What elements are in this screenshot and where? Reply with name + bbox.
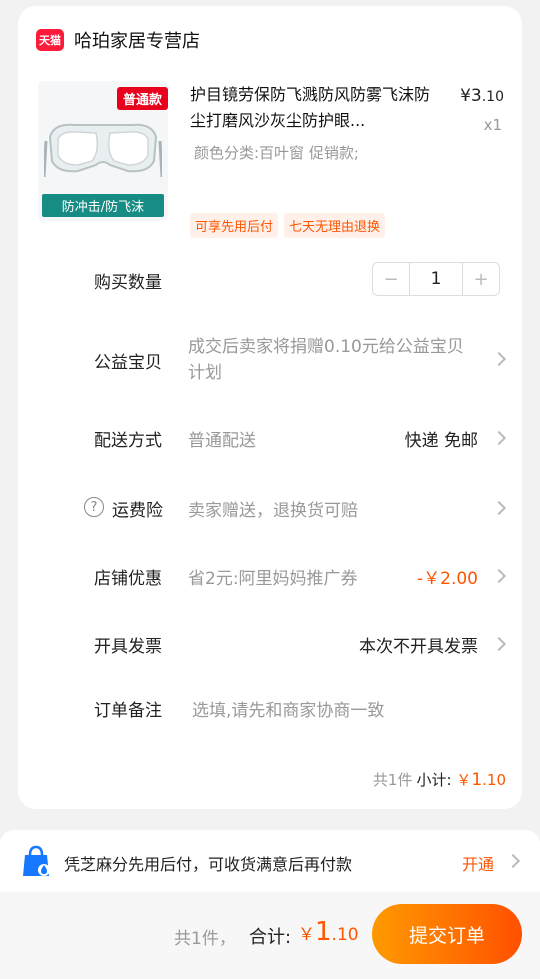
tmall-logo-icon: 天猫 [36,29,64,51]
shopping-bag-icon [23,845,50,876]
subtotal-symbol: ￥ [456,771,472,789]
price-int: 3 [470,86,482,106]
delivery-value: 普通配送 [188,431,256,451]
product-quantity: x1 [483,116,502,134]
chevron-right-icon [505,853,521,869]
chevron-right-icon [491,351,507,367]
subtotal: 共1件 小计: ￥1.10 [373,769,506,790]
shop-discount-amount: -￥2.00 [417,569,478,589]
subtotal-int: 1 [471,770,483,790]
price-dec: .10 [481,89,504,105]
footer-total-label: 合计: [249,927,292,948]
freight-insurance-value: 卖家赠送，退换货可赔 [188,501,358,521]
delivery-row[interactable]: 配送方式 普通配送 快递 免邮 [18,426,522,452]
subtotal-label: 小计: [416,771,452,789]
charity-row[interactable]: 公益宝贝 成交后卖家将捐赠0.10元给公益宝贝计划 [18,334,522,390]
product-title[interactable]: 护目镜劳保防飞溅防风防雾飞沫防尘打磨风沙灰尘防护眼... [190,82,435,134]
goggles-icon [44,123,162,178]
order-card: 天猫 哈珀家居专营店 普通款 防冲击/防飞沫 护目镜劳保防飞溅防风防雾飞沫防尘打… [18,6,522,809]
increase-button[interactable]: + [463,263,499,295]
shop-discount-value: 省2元:阿里妈妈推广券 [188,569,358,589]
subtotal-count: 共1件 [372,771,413,789]
chevron-right-icon [491,568,507,584]
pay-later-text: 凭芝麻分先用后付，可收货满意后再付款 [64,855,353,874]
price-symbol: ¥ [460,86,471,106]
freight-insurance-label: 运费险 [112,501,163,521]
decrease-button[interactable]: − [373,263,409,295]
charity-value: 成交后卖家将捐赠0.10元给公益宝贝计划 [188,337,464,383]
order-note-row: 订单备注 选填,请先和商家协商一致 [18,696,522,722]
invoice-label: 开具发票 [94,637,162,657]
order-note-input[interactable]: 选填,请先和商家协商一致 [192,696,384,721]
order-note-label: 订单备注 [94,701,162,721]
subtotal-amount: ￥1.10 [456,770,506,790]
product-badge-bottom: 防冲击/防飞沫 [42,194,164,217]
tag-seven-day-return: 七天无理由退换 [284,213,386,238]
product-sku[interactable]: 颜色分类:百叶窗 促销款; [194,142,359,163]
submit-order-button[interactable]: 提交订单 [372,904,522,964]
subtotal-dec: .10 [482,771,506,789]
freight-insurance-row[interactable]: ? 运费险 卖家赠送，退换货可赔 [18,496,522,522]
product-badge-top: 普通款 [116,87,168,110]
help-icon[interactable]: ? [84,497,104,517]
shop-discount-row[interactable]: 店铺优惠 省2元:阿里妈妈推广券 -￥2.00 [18,564,522,590]
quantity-label: 购买数量 [94,273,162,293]
service-tags: 可享先用后付 七天无理由退换 [190,213,386,238]
invoice-row[interactable]: 开具发票 本次不开具发票 [18,632,522,658]
footer-item-count: 共1件， [174,929,236,949]
pay-later-open-link[interactable]: 开通 [462,851,494,875]
shop-name[interactable]: 哈珀家居专营店 [74,27,200,53]
product-image[interactable]: 普通款 防冲击/防飞沫 [38,81,168,221]
invoice-value: 本次不开具发票 [359,637,478,657]
chevron-right-icon [491,636,507,652]
charity-label: 公益宝贝 [94,353,162,373]
quantity-value[interactable]: 1 [409,263,463,295]
footer-total-dec: .10 [331,925,359,945]
footer-total-int: 1 [315,917,332,947]
shop-header[interactable]: 天猫 哈珀家居专营店 [36,26,200,54]
delivery-fee: 快递 免邮 [404,431,478,451]
chevron-right-icon [491,500,507,516]
quantity-stepper[interactable]: − 1 + [372,262,500,296]
footer-total-amount: ￥1.10 [298,917,359,947]
tag-pay-later: 可享先用后付 [190,213,279,238]
checkout-footer: 共1件， 合计: ￥1.10 提交订单 [0,892,540,979]
delivery-label: 配送方式 [94,431,162,451]
footer-total-symbol: ￥ [298,925,315,945]
product-price: ¥3.10 [460,86,504,106]
pay-later-banner[interactable]: 凭芝麻分先用后付，可收货满意后再付款 开通 [0,830,540,892]
shop-discount-label: 店铺优惠 [94,569,162,589]
chevron-right-icon [491,430,507,446]
